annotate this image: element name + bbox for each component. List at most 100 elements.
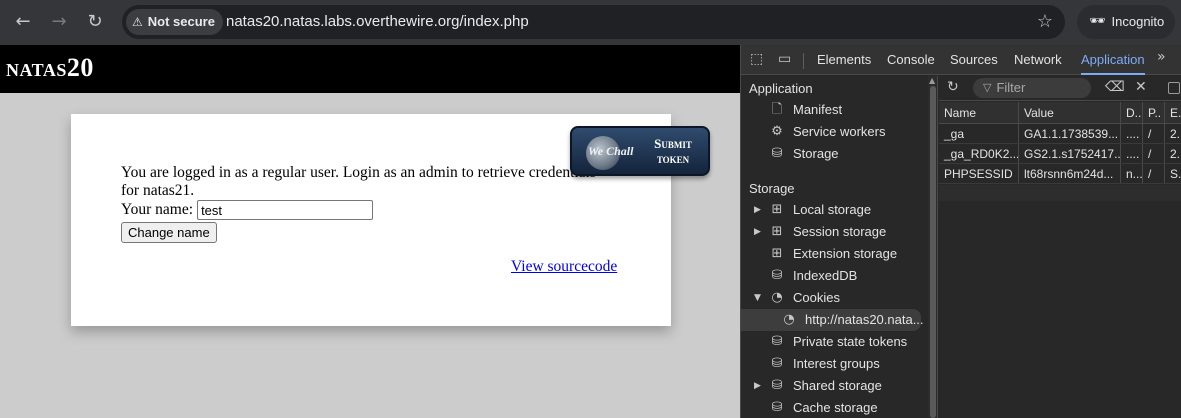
- cookie-domain: n...: [1121, 164, 1143, 183]
- table-row[interactable]: _ga_RD0K2... GS2.1.s1752417... .... / 2.: [939, 144, 1181, 164]
- sidebar-item-cookies[interactable]: ▼ ◔ Cookies: [741, 287, 928, 309]
- view-sourcecode-link[interactable]: View sourcecode: [511, 258, 617, 276]
- forward-icon[interactable]: →: [46, 9, 72, 35]
- chevron-double-right-icon[interactable]: »: [1157, 49, 1166, 65]
- column-header-path[interactable]: P..: [1143, 102, 1165, 123]
- clear-filtered-icon[interactable]: ⌫: [1105, 79, 1125, 95]
- sidebar-item-extension-storage[interactable]: ⊞ Extension storage: [741, 243, 928, 265]
- table-empty-row: [939, 185, 1181, 201]
- sidebar-item-indexeddb[interactable]: ⛁ IndexedDB: [741, 265, 928, 287]
- database-icon: ⛁: [771, 268, 783, 283]
- expand-arrow-icon[interactable]: ▶: [754, 199, 761, 221]
- inspect-element-icon[interactable]: ⬚: [750, 51, 763, 67]
- expand-arrow-icon[interactable]: ▶: [754, 221, 761, 243]
- incognito-label: Incognito: [1111, 14, 1165, 29]
- filter-input[interactable]: ▽ Filter: [973, 78, 1091, 98]
- database-icon: ⛁: [771, 334, 783, 349]
- submit-token-label: Submit token: [646, 136, 700, 166]
- sidebar-item-interest-groups[interactable]: ⛁ Interest groups: [741, 353, 928, 375]
- database-icon: ⛁: [771, 356, 783, 371]
- security-label: Not secure: [147, 14, 215, 29]
- sidebar-item-local-storage[interactable]: ▶ ⊞ Local storage: [741, 199, 928, 221]
- cookies-table: Name Value D.. P.. E. _ga GA1.1.1738539.…: [939, 102, 1181, 184]
- tab-separator: [803, 53, 804, 69]
- cookie-domain: ....: [1121, 144, 1143, 163]
- database-icon: ⛁: [771, 378, 783, 393]
- login-message: You are logged in as a regular user. Log…: [121, 164, 596, 199]
- page-header: natas20: [0, 45, 740, 93]
- sidebar-item-label: Extension storage: [793, 246, 898, 261]
- table-icon: ⊞: [771, 246, 783, 261]
- column-header-name[interactable]: Name: [939, 102, 1019, 123]
- sidebar-item-storage[interactable]: ⛁ Storage: [741, 143, 928, 165]
- wechall-submit-token-button[interactable]: We Chall Submit token: [570, 126, 710, 176]
- star-icon[interactable]: ☆: [1037, 5, 1053, 39]
- token-label: token: [656, 151, 690, 166]
- filter-placeholder: Filter: [996, 80, 1026, 95]
- reload-icon[interactable]: ↻: [82, 9, 108, 35]
- scrollbar-thumb[interactable]: [930, 86, 936, 418]
- cookie-value: lt68rsnn6m24d...: [1019, 164, 1121, 183]
- column-header-value[interactable]: Value: [1019, 102, 1121, 123]
- cookie-path: /: [1143, 144, 1165, 163]
- tab-elements[interactable]: Elements: [817, 45, 871, 75]
- sidebar-item-label: http://natas20.nata...: [805, 312, 924, 327]
- tab-network[interactable]: Network: [1014, 45, 1062, 75]
- address-bar[interactable]: ⚠ Not secure natas20.natas.labs.overthew…: [122, 5, 1065, 39]
- database-icon: ⛁: [771, 146, 783, 161]
- url-text[interactable]: natas20.natas.labs.overthewire.org/index…: [226, 5, 529, 39]
- collapse-arrow-icon[interactable]: ▼: [754, 287, 761, 309]
- scroll-up-icon[interactable]: ▲: [929, 76, 935, 85]
- sidebar-item-label: Interest groups: [793, 356, 880, 371]
- sidebar-item-session-storage[interactable]: ▶ ⊞ Session storage: [741, 221, 928, 243]
- sidebar-item-service-workers[interactable]: ⚙ Service workers: [741, 121, 928, 143]
- sidebar-scrollbar[interactable]: ▲: [928, 76, 937, 418]
- cookie-icon: ◔: [783, 312, 795, 327]
- filter-icon: ▽: [983, 81, 992, 94]
- cookie-name: _ga_RD0K2...: [939, 144, 1019, 163]
- sidebar-item-label: IndexedDB: [793, 268, 858, 283]
- cookie-value: GA1.1.1738539...: [1019, 124, 1121, 143]
- wechall-logo-text: We Chall: [588, 144, 634, 158]
- sidebar-item-cache-storage[interactable]: ⛁ Cache storage: [741, 397, 928, 418]
- security-chip[interactable]: ⚠ Not secure: [126, 9, 223, 35]
- sidebar-item-label: Service workers: [793, 124, 886, 139]
- close-icon[interactable]: ✕: [1135, 79, 1147, 95]
- device-toolbar-icon[interactable]: ▭: [778, 51, 791, 67]
- sidebar-item-label: Session storage: [793, 224, 887, 239]
- only-issues-checkbox[interactable]: [1168, 82, 1180, 94]
- table-row[interactable]: PHPSESSID lt68rsnn6m24d... n... / S.: [939, 164, 1181, 184]
- devtools-tab-bar: ⬚ ▭ Elements Console Sources Network App…: [741, 45, 1181, 75]
- column-header-expires[interactable]: E.: [1165, 102, 1181, 123]
- sidebar-item-label: Local storage: [793, 202, 872, 217]
- sidebar-item-manifest[interactable]: 🗋 Manifest: [741, 99, 928, 121]
- sidebar-item-cookie-origin[interactable]: ◔ http://natas20.nata...: [741, 309, 924, 331]
- change-name-button[interactable]: Change name: [121, 222, 217, 243]
- incognito-badge[interactable]: 🕶 Incognito: [1077, 5, 1175, 39]
- gear-icon: ⚙: [771, 124, 783, 139]
- tab-sources[interactable]: Sources: [950, 45, 998, 75]
- warning-icon: ⚠: [132, 15, 143, 29]
- sidebar-item-label: Storage: [793, 146, 839, 161]
- table-header: Name Value D.. P.. E.: [939, 102, 1181, 124]
- cookie-path: /: [1143, 124, 1165, 143]
- name-input[interactable]: [197, 200, 374, 220]
- incognito-icon: 🕶: [1089, 14, 1106, 29]
- sidebar-item-private-state-tokens[interactable]: ⛁ Private state tokens: [741, 331, 928, 353]
- cookie-expires: S.: [1170, 167, 1181, 181]
- sidebar-item-shared-storage[interactable]: ▶ ⛁ Shared storage: [741, 375, 928, 397]
- sidebar-item-label: Cache storage: [793, 400, 878, 415]
- refresh-icon[interactable]: ↻: [947, 79, 959, 95]
- cookie-expires: 2.: [1170, 147, 1181, 161]
- expand-arrow-icon[interactable]: ▶: [754, 375, 761, 397]
- back-icon[interactable]: ←: [10, 9, 36, 35]
- name-form: Your name:: [121, 200, 374, 220]
- tab-console[interactable]: Console: [887, 45, 935, 75]
- sidebar-item-label: Cookies: [793, 290, 840, 305]
- cookie-icon: ◔: [771, 290, 783, 305]
- table-row[interactable]: _ga GA1.1.1738539... .... / 2.: [939, 124, 1181, 144]
- application-sidebar: Application 🗋 Manifest ⚙ Service workers…: [741, 76, 938, 418]
- column-header-domain[interactable]: D..: [1121, 102, 1143, 123]
- tab-application[interactable]: Application: [1081, 45, 1145, 75]
- cookie-expires: 2.: [1170, 127, 1181, 141]
